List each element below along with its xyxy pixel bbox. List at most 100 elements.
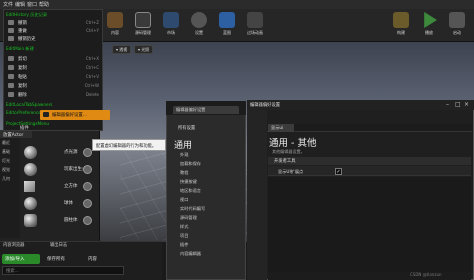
cube-icon [24,181,35,192]
player-start-icon [24,163,37,176]
play-icon [424,12,437,28]
pref-item-viewports[interactable]: 视口 [180,197,188,203]
menu-window[interactable]: 窗口 [27,1,37,8]
pref-item-source-control[interactable]: 源码管理 [180,215,197,221]
pref-item-region-language[interactable]: 地区和语言 [180,188,201,194]
paste-icon [8,74,14,79]
menu-section-main: EditMain 新建 [6,46,34,51]
category-lights[interactable]: 灯光 [0,156,20,165]
menu-item-plugins[interactable]: 插件 [20,125,29,131]
place-item-sphere[interactable]: 球体 [22,196,92,211]
details-heading: 通用 - 其他 [269,138,317,149]
clapper-icon [247,12,263,28]
history-icon [8,36,14,41]
sphere-icon [24,197,37,210]
place-item-point-light[interactable]: 点光源 [22,145,92,160]
folder-icon [107,12,123,28]
toolbar-build-button[interactable]: 构建 [388,12,414,40]
all-settings-link[interactable]: 所有设置 [178,125,195,131]
add-import-button[interactable]: 添加/导入 [2,254,40,264]
tab-content-browser[interactable]: 内容浏览器 [3,242,24,248]
editor-preferences-tab[interactable]: 编辑器偏好设置 [173,106,239,114]
toolbar-market-button[interactable]: 市场 [158,12,184,40]
place-item-cylinder[interactable]: 圆柱体 [22,213,92,228]
maximize-icon[interactable]: □ [455,101,461,108]
close-icon[interactable]: × [464,101,469,108]
place-item-cube[interactable]: 立方体 [22,179,92,194]
pref-item-project[interactable]: 项目 [180,233,188,239]
pref-item-content-editors[interactable]: 内容编辑器 [180,251,201,257]
menu-file[interactable]: 文件 [3,1,13,8]
category-basic[interactable]: 基础 [0,147,20,156]
pref-item-tutorials[interactable]: 教程 [180,170,188,176]
toolbar-content-button[interactable]: 内容 [102,12,128,40]
menu-section-history: EditHistory 历史记录 [6,12,48,17]
minimize-icon[interactable]: – [446,101,449,108]
undo-icon [8,20,14,25]
toolbar-blueprint-button[interactable]: 蓝图 [214,12,240,40]
viewport-toolbar: ▾ 透视 ▾ 光照 [112,45,372,55]
pref-item-keyboard-shortcuts[interactable]: 快捷按键 [180,179,197,185]
details-titlebar [247,100,474,110]
watermark-text: CSDN @tianzun [410,272,442,277]
actor-icon [83,182,92,191]
duplicate-icon [8,83,14,88]
menu-bar: 文件 编辑 窗口 帮助 [0,0,474,9]
place-item-player-start[interactable]: 玩家出生点 [22,162,92,177]
viewport-lit-button[interactable]: ▾ 光照 [134,45,154,54]
launch-icon [449,12,465,28]
section-label: 开发者工具 [274,159,296,164]
preferences-icon [43,112,49,117]
menu-item-redo[interactable]: 重做 [18,28,27,34]
menu-item-copy[interactable]: 复制 [18,65,27,71]
menu-item-paste[interactable]: 粘贴 [18,74,27,80]
save-all-button[interactable]: 保存所有 [44,254,82,264]
menu-item-cut[interactable]: 剪切 [18,56,27,62]
pref-section-heading: 通用 [174,141,193,151]
toolbar-settings-button[interactable]: 设置 [186,12,212,40]
viewport-perspective-button[interactable]: ▾ 透视 [112,45,132,54]
menu-item-delete[interactable]: 删除 [18,92,27,98]
details-window-title: 编辑器偏好设置 [250,103,281,108]
category-visual[interactable]: 视觉 [0,165,20,174]
tab-show-ui[interactable]: 显示ui [268,124,294,132]
details-body [268,177,471,272]
menu-item-editor-preferences[interactable]: 编辑器偏好设置... [40,110,110,120]
content-search-input[interactable]: 搜索... [2,266,124,275]
setting-row-show-ui-extension-points: 显示UI扩展点 ✓ [268,166,471,176]
pref-item-loading-saving[interactable]: 加载和保存 [180,161,201,167]
menu-tooltip: 配置虚幻编辑器的行为和功能。 [92,139,166,151]
menu-help[interactable]: 帮助 [39,1,49,8]
toolbar-launch-button[interactable]: 启动 [444,12,470,40]
redo-icon [8,28,14,33]
build-icon [393,12,409,28]
category-recent[interactable]: 最近 [0,138,20,147]
pref-item-appearance[interactable]: 外观 [180,152,188,158]
details-subtitle: 其他编辑器设置。 [272,149,305,154]
pref-item-style[interactable]: 样式 [180,224,188,230]
category-geometry[interactable]: 几何 [0,174,20,183]
menu-item-undo[interactable]: 撤销 [18,20,27,26]
details-sidebar [247,110,267,280]
toolbar-source-control-button[interactable]: 源码管理 [130,12,156,40]
section-developer-tools[interactable]: 开发者工具 [268,157,471,165]
gear-icon [191,12,207,28]
menu-item-duplicate[interactable]: 复制 [18,83,27,89]
source-control-icon [135,12,151,28]
toolbar-cinematics-button[interactable]: 过场动画 [242,12,268,40]
cut-icon [8,56,14,61]
menu-edit[interactable]: 编辑 [15,1,25,8]
pref-item-live-coding[interactable]: 实时代码编写 [180,206,205,212]
setting-checkbox[interactable]: ✓ [335,168,342,175]
tab-output-log[interactable]: 输出日志 [50,242,67,248]
toolbar-play-button[interactable]: 播放 [416,12,442,40]
details-tab-bar [267,124,472,132]
sphere-thumbnail-icon [24,146,37,159]
menu-item-undo-history[interactable]: 撤销历史 [18,36,36,42]
place-category-list: 最近 基础 灯光 视觉 几何 [0,138,20,238]
market-icon [163,12,179,28]
content-breadcrumb[interactable]: 内容 [86,254,126,264]
pref-item-plugins[interactable]: 插件 [180,242,188,248]
setting-label: 显示UI扩展点 [278,169,304,174]
place-actors-tab[interactable]: 放置Actor [0,130,32,138]
